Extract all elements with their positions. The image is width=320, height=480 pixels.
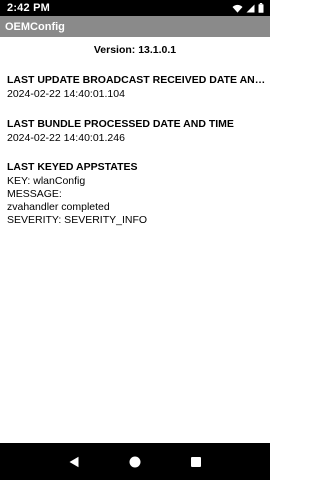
app-title: OEMConfig [5,20,65,33]
recents-button[interactable] [181,447,211,477]
main-content[interactable]: Version: 13.1.0.1 LAST UPDATE BROADCAST … [0,37,270,443]
section-heading: LAST UPDATE BROADCAST RECEIVED DATE AND … [7,74,267,86]
last-keyed-appstates-section: LAST KEYED APPSTATES KEY: wlanConfig MES… [7,160,267,227]
version-label: Version: 13.1.0.1 [93,44,177,56]
status-bar: 2:42 PM [0,0,270,16]
appstate-key: KEY: wlanConfig [7,175,86,187]
appstate-details: KEY: wlanConfig MESSAGE: zvahandler comp… [7,175,267,227]
back-button[interactable] [59,447,89,477]
recents-icon [190,456,201,467]
navigation-bar [0,443,270,480]
home-icon [129,456,141,467]
wifi-icon [232,4,243,13]
section-heading: LAST BUNDLE PROCESSED DATE AND TIME [7,118,234,130]
home-button[interactable] [120,447,150,477]
appstate-severity: SEVERITY: SEVERITY_INFO [7,214,148,226]
status-time: 2:42 PM [7,2,50,14]
appstate-message: zvahandler completed [7,201,110,213]
battery-icon [258,3,264,13]
status-icons [232,3,264,13]
last-update-broadcast-section: LAST UPDATE BROADCAST RECEIVED DATE AND … [7,73,267,101]
section-value: 2024-02-22 14:40:01.104 [7,88,125,100]
back-icon [69,456,79,467]
appstate-message-label: MESSAGE: [7,188,62,200]
signal-icon [246,4,255,13]
section-heading: LAST KEYED APPSTATES [7,161,138,173]
app-bar: OEMConfig [0,16,270,37]
section-value: 2024-02-22 14:40:01.246 [7,132,125,144]
last-bundle-processed-section: LAST BUNDLE PROCESSED DATE AND TIME 2024… [7,117,267,145]
